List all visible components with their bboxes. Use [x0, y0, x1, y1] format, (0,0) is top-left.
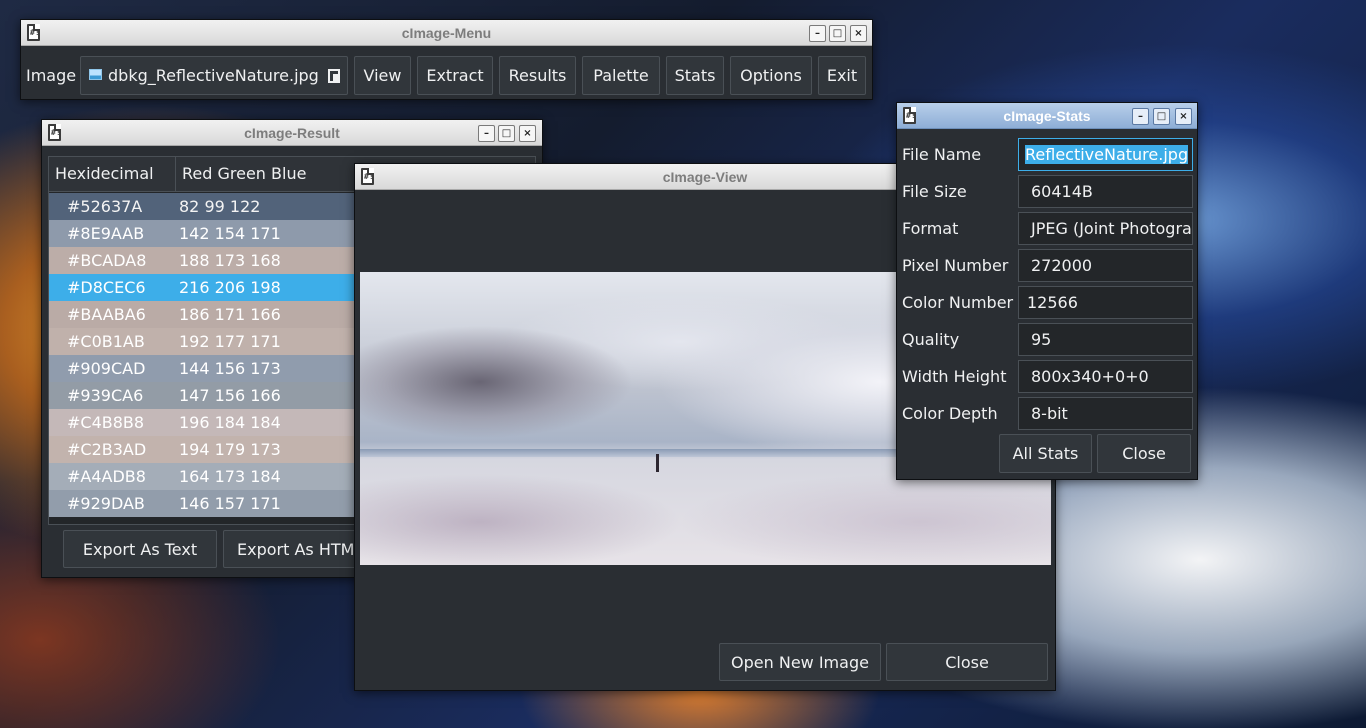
- rgb-cell: 82 99 122: [179, 197, 261, 216]
- color-depth-label: Color Depth: [902, 404, 998, 423]
- hex-cell: #52637A: [67, 197, 143, 216]
- rgb-cell: 164 173 184: [179, 467, 281, 486]
- minimize-button[interactable]: –: [478, 125, 495, 142]
- maximize-button[interactable]: □: [829, 25, 846, 42]
- hex-cell: #BAABA6: [67, 305, 146, 324]
- hex-cell: #909CAD: [67, 359, 146, 378]
- hex-cell: #D8CEC6: [67, 278, 146, 297]
- hex-cell: #929DAB: [67, 494, 145, 513]
- width-height-label: Width Height: [902, 367, 1007, 386]
- column-header-rgb[interactable]: Red Green Blue: [182, 164, 306, 183]
- rgb-cell: 186 171 166: [179, 305, 281, 324]
- export-as-text-button[interactable]: Export As Text: [63, 530, 217, 568]
- image-file-name: dbkg_ReflectiveNature.jpg: [108, 66, 319, 85]
- exit-button[interactable]: Exit: [818, 56, 866, 95]
- stats-window: #! cImage-Stats – □ × File Name Reflecti…: [896, 102, 1198, 480]
- view-close-button[interactable]: Close: [886, 643, 1048, 681]
- pixel-number-label: Pixel Number: [902, 256, 1009, 275]
- hex-cell: #8E9AAB: [67, 224, 145, 243]
- rgb-cell: 216 206 198: [179, 278, 281, 297]
- column-divider[interactable]: [175, 157, 176, 192]
- menu-window: #! cImage-Menu – □ × Image dbkg_Reflecti…: [20, 19, 873, 100]
- color-depth-field[interactable]: 8-bit: [1018, 397, 1193, 430]
- pixel-number-field[interactable]: 272000: [1018, 249, 1193, 282]
- menu-title: cImage-Menu: [401, 25, 492, 41]
- image-file-icon: [89, 69, 102, 80]
- close-window-button[interactable]: ×: [850, 25, 867, 42]
- result-titlebar[interactable]: #! cImage-Result – □ ×: [42, 120, 542, 146]
- stats-button[interactable]: Stats: [666, 56, 724, 95]
- results-button[interactable]: Results: [499, 56, 576, 95]
- rgb-cell: 188 173 168: [179, 251, 281, 270]
- stats-titlebar[interactable]: #! cImage-Stats – □ ×: [897, 103, 1197, 129]
- all-stats-button[interactable]: All Stats: [999, 434, 1092, 473]
- format-field[interactable]: JPEG (Joint Photographic: [1018, 212, 1193, 245]
- rgb-cell: 194 179 173: [179, 440, 281, 459]
- palette-button[interactable]: Palette: [582, 56, 660, 95]
- close-window-button[interactable]: ×: [519, 125, 536, 142]
- image-file-selector[interactable]: dbkg_ReflectiveNature.jpg: [80, 56, 348, 95]
- rgb-cell: 147 156 166: [179, 386, 281, 405]
- file-size-label: File Size: [902, 182, 967, 201]
- column-header-hex[interactable]: Hexidecimal: [55, 164, 154, 183]
- menu-titlebar[interactable]: #! cImage-Menu – □ ×: [21, 20, 872, 46]
- minimize-button[interactable]: –: [809, 25, 826, 42]
- file-size-field[interactable]: 60414B: [1018, 175, 1193, 208]
- stats-title: cImage-Stats: [1003, 108, 1091, 124]
- hex-cell: #A4ADB8: [67, 467, 146, 486]
- extract-button[interactable]: Extract: [417, 56, 493, 95]
- rgb-cell: 192 177 171: [179, 332, 281, 351]
- rgb-cell: 146 157 171: [179, 494, 281, 513]
- hex-cell: #C0B1AB: [67, 332, 145, 351]
- options-button[interactable]: Options: [730, 56, 812, 95]
- export-as-html-button[interactable]: Export As HTM: [223, 530, 373, 568]
- open-new-image-button[interactable]: Open New Image: [719, 643, 881, 681]
- view-button[interactable]: View: [354, 56, 411, 95]
- color-number-field[interactable]: 12566: [1018, 286, 1193, 319]
- rgb-cell: 196 184 184: [179, 413, 281, 432]
- browse-file-icon[interactable]: [328, 69, 340, 83]
- rgb-cell: 142 154 171: [179, 224, 281, 243]
- image-label: Image: [26, 66, 77, 85]
- width-height-field[interactable]: 800x340+0+0: [1018, 360, 1193, 393]
- format-label: Format: [902, 219, 959, 238]
- hex-cell: #939CA6: [67, 386, 144, 405]
- file-name-label: File Name: [902, 145, 982, 164]
- quality-label: Quality: [902, 330, 960, 349]
- rgb-cell: 144 156 173: [179, 359, 281, 378]
- color-number-label: Color Number: [902, 293, 1014, 312]
- maximize-button[interactable]: □: [498, 125, 515, 142]
- hex-cell: #BCADA8: [67, 251, 147, 270]
- hex-cell: #C2B3AD: [67, 440, 147, 459]
- close-window-button[interactable]: ×: [1175, 108, 1192, 125]
- result-title: cImage-Result: [244, 125, 340, 141]
- minimize-button[interactable]: –: [1132, 108, 1149, 125]
- stats-close-button[interactable]: Close: [1097, 434, 1191, 473]
- image-figure: [656, 454, 659, 472]
- hex-cell: #C4B8B8: [67, 413, 145, 432]
- quality-field[interactable]: 95: [1018, 323, 1193, 356]
- maximize-button[interactable]: □: [1153, 108, 1170, 125]
- file-name-field[interactable]: ReflectiveNature.jpg: [1018, 138, 1193, 171]
